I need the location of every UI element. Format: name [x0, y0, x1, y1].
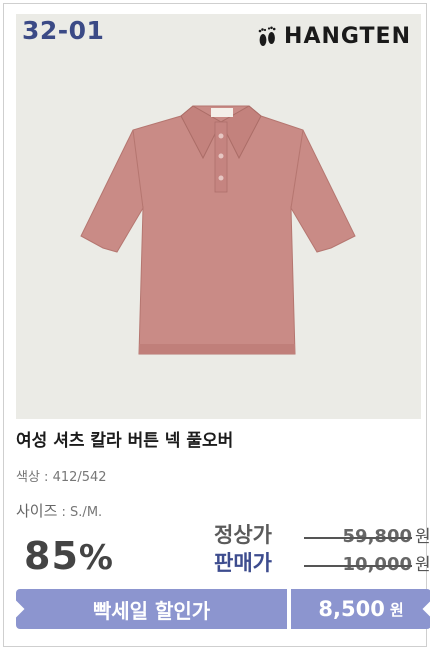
- promo-bar[interactable]: 빡세일 할인가 8,500 원: [7, 589, 430, 629]
- size-label: 사이즈: [16, 502, 58, 520]
- promo-label: 빡세일 할인가: [92, 598, 211, 623]
- color-label: 색상: [16, 470, 40, 485]
- product-code: 32-01: [22, 16, 105, 45]
- color-info: 색상 : 412/542: [16, 466, 107, 485]
- product-title[interactable]: 여성 셔츠 칼라 버튼 넥 풀오버: [16, 426, 233, 451]
- product-card[interactable]: 32-01 HANGTEN 여성 셔츠 칼라 버튼 넥 풀오버 색상: 412…: [3, 3, 430, 647]
- product-image[interactable]: 32-01 HANGTEN: [16, 14, 421, 419]
- size-value: : S./M.: [57, 505, 103, 520]
- regular-price-row: 정상가 59,800 원: [214, 519, 430, 549]
- regular-price: 59,800: [304, 526, 412, 547]
- brand-name: HANGTEN: [284, 24, 411, 49]
- polo-shirt-image: [80, 105, 356, 355]
- discount-number: 85: [24, 534, 79, 578]
- sale-price-row: 판매가 10,000 원: [214, 547, 430, 577]
- promo-label-button[interactable]: 빡세일 할인가: [7, 589, 287, 629]
- promo-price-button[interactable]: 8,500 원: [291, 589, 430, 629]
- size-info: 사이즈 : S./M.: [16, 500, 102, 521]
- sale-price: 10,000: [304, 554, 412, 575]
- promo-price-unit: 원: [389, 600, 404, 619]
- promo-price: 8,500: [318, 597, 385, 621]
- regular-price-unit: 원: [415, 527, 430, 547]
- color-value: : 412/542: [39, 470, 107, 485]
- ticket-notch-right: [422, 600, 430, 618]
- sale-price-unit: 원: [415, 555, 430, 575]
- sale-price-label: 판매가: [214, 551, 272, 575]
- ticket-notch-left: [7, 600, 25, 618]
- brand-logo: HANGTEN: [255, 24, 411, 49]
- footprints-icon: [258, 26, 276, 46]
- regular-price-label: 정상가: [214, 523, 272, 547]
- discount-rate: 85%: [24, 534, 114, 578]
- discount-symbol: %: [78, 538, 114, 578]
